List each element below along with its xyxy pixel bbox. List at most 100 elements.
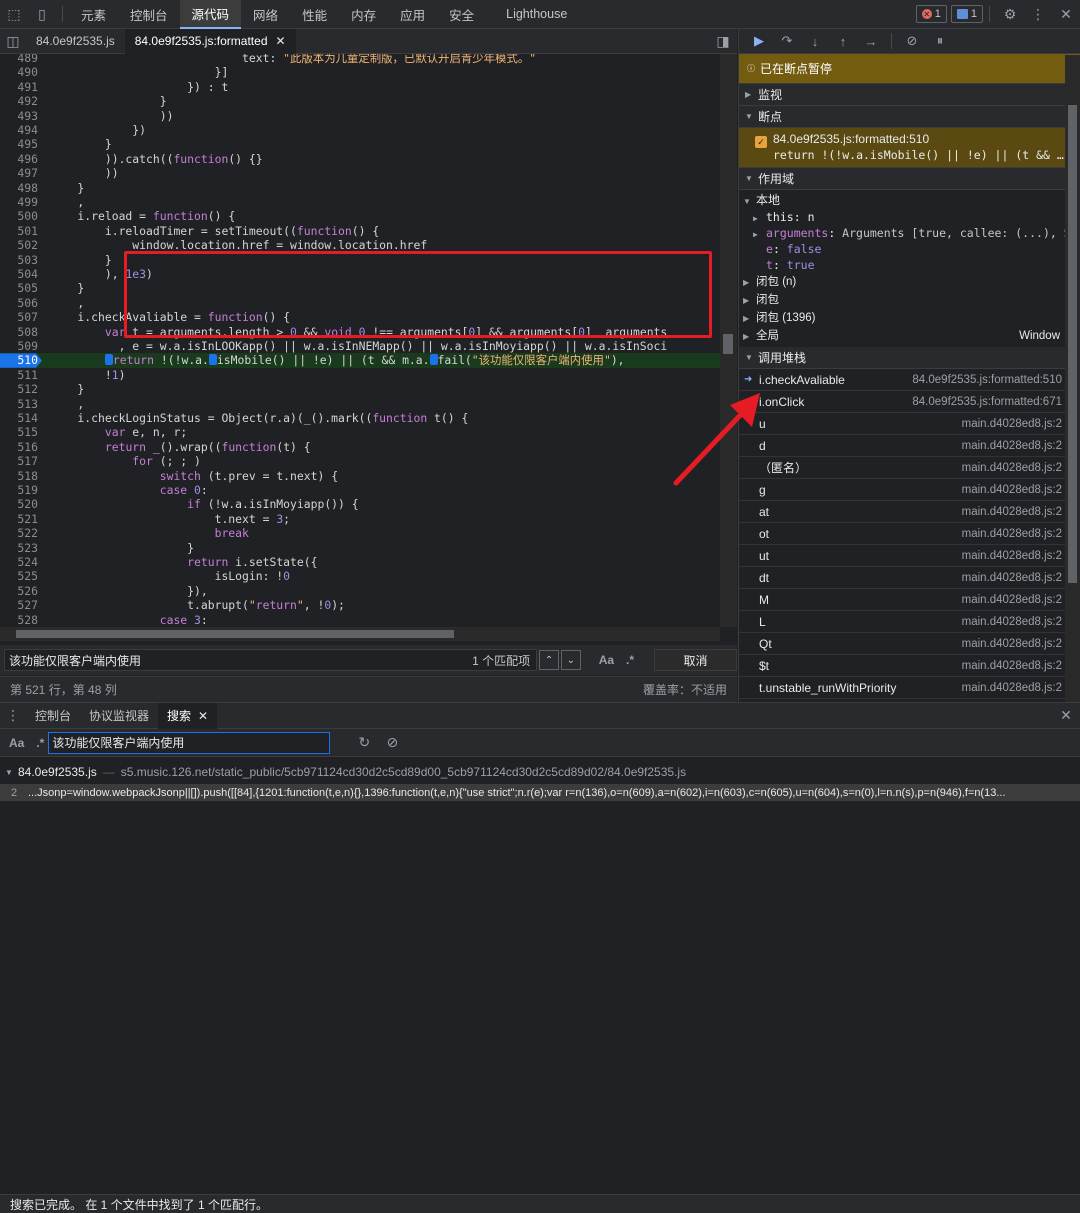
editor-horizontal-thumb[interactable] [16,630,454,638]
find-cancel-button[interactable]: 取消 [654,649,737,671]
frame-location[interactable]: main.d4028ed8.js:2 [962,660,1062,672]
breakpoint-checkbox[interactable]: ✓ [755,136,767,148]
find-input[interactable]: 该功能仅限客户端内使用 1 个匹配项 [4,649,538,671]
frame-location[interactable]: main.d4028ed8.js:2 [962,462,1062,474]
line-number[interactable]: 501 [0,224,38,238]
frame-location[interactable]: main.d4028ed8.js:2 [962,506,1062,518]
search-input[interactable]: 该功能仅限客户端内使用 [48,731,331,754]
line-number[interactable]: 504 [0,267,38,281]
code-line[interactable]: 525 isLogin: !0 [0,569,720,583]
callstack-frame[interactable]: ot main.d4028ed8.js:2 [739,523,1080,545]
line-number[interactable]: 491 [0,80,38,94]
line-number[interactable]: 511 [0,368,38,382]
callstack-frame[interactable]: at main.d4028ed8.js:2 [739,501,1080,523]
scope-global[interactable]: ▶ 全局 Window [743,327,1080,345]
scope-var-e[interactable]: e: false [743,241,1080,257]
tab-network[interactable]: 网络 [241,0,290,29]
inspect-element-icon[interactable]: ⬚ [0,0,28,29]
find-next-button[interactable]: ⌄ [560,650,581,670]
editor-vertical-scrollbar[interactable] [720,54,737,627]
line-number[interactable]: 496 [0,152,38,166]
drawer-tab-console[interactable]: 控制台 [26,703,80,729]
scope-section-header[interactable]: ▼ 作用域 [739,168,1080,190]
code-line[interactable]: 512 } [0,382,720,396]
breakpoint-item[interactable]: ✓ 84.0e9f2535.js:formatted:510 return !(!… [739,128,1080,168]
watch-section-header[interactable]: ▶ 监视 [739,84,1080,106]
line-number[interactable]: 495 [0,137,38,151]
line-number[interactable]: 493 [0,109,38,123]
scope-closure-1396[interactable]: ▶ 闭包 (1396) [743,309,1080,327]
search-regex-toggle[interactable]: .* [36,736,44,750]
drawer-tab-search[interactable]: 搜索 ✕ [158,702,218,729]
line-number[interactable]: 489 [0,54,38,65]
tab-application[interactable]: 应用 [388,0,437,29]
callstack-frame[interactable]: Lmain.d4028ed8.js:2 [739,611,1080,633]
line-number[interactable]: 518 [0,469,38,483]
frame-location[interactable]: main.d4028ed8.js:2 [962,572,1062,584]
drawer-menu-icon[interactable]: ⋮ [0,703,26,729]
editor-vertical-thumb[interactable] [723,334,733,354]
scope-closure-n[interactable]: ▶ 闭包 (n) [743,273,1080,291]
step-over-icon[interactable]: ↷ [773,29,801,53]
line-number[interactable]: 494 [0,123,38,137]
callstack-frame[interactable]: u main.d4028ed8.js:2 [739,413,1080,435]
callstack-frame[interactable]: Qt main.d4028ed8.js:2 [739,633,1080,655]
line-number[interactable]: 520 [0,497,38,511]
search-match-case-toggle[interactable]: Aa [9,736,24,750]
match-case-toggle[interactable]: Aa [599,653,614,667]
refresh-icon[interactable]: ↻ [350,730,378,756]
code-line[interactable]: 524 return i.setState({ [0,555,720,569]
frame-location[interactable]: main.d4028ed8.js:2 [962,616,1062,628]
more-menu-icon[interactable]: ⋮ [1024,0,1052,29]
line-number[interactable]: 505 [0,281,38,295]
line-number[interactable]: 507 [0,310,38,324]
line-number[interactable]: 519 [0,483,38,497]
callstack-frame[interactable]: （匿名） main.d4028ed8.js:2 [739,457,1080,479]
frame-location[interactable]: main.d4028ed8.js:2 [962,418,1062,430]
tab-memory[interactable]: 内存 [339,0,388,29]
callstack-frame[interactable]: t.unstable_runWithPriority main.d4028ed8.… [739,677,1080,699]
line-number[interactable]: 492 [0,94,38,108]
file-tab-original[interactable]: 84.0e9f2535.js [26,29,125,54]
frame-location[interactable]: main.d4028ed8.js:2 [962,594,1062,606]
line-number[interactable]: 499 [0,195,38,209]
line-number[interactable]: 510 [0,353,38,367]
code-line[interactable]: 522 break [0,526,720,540]
device-toolbar-icon[interactable]: ▯ [28,0,56,29]
line-number[interactable]: 502 [0,238,38,252]
tab-performance[interactable]: 性能 [290,0,339,29]
code-line[interactable]: 516 return _().wrap((function(t) { [0,440,720,454]
code-line[interactable]: 501 i.reloadTimer = setTimeout((function… [0,224,720,238]
settings-gear-icon[interactable]: ⚙ [996,0,1024,29]
code-line[interactable]: 517 for (; ; ) [0,454,720,468]
error-badge[interactable]: ✕ 1 [915,5,947,23]
callstack-frame[interactable]: $t main.d4028ed8.js:2 [739,655,1080,677]
callstack-section-header[interactable]: ▼ 调用堆栈 [739,347,1080,369]
frame-location[interactable]: main.d4028ed8.js:2 [962,638,1062,650]
navigator-toggle-icon[interactable]: ◫ [0,29,26,54]
scope-closure[interactable]: ▶ 闭包 [743,291,1080,309]
pause-on-exceptions-icon[interactable]: ⏸ [926,29,954,53]
tab-lighthouse[interactable]: Lighthouse [494,0,579,29]
callstack-frame[interactable]: d main.d4028ed8.js:2 [739,435,1080,457]
scope-var-this[interactable]: ▶ this: n [743,209,1080,225]
line-number[interactable]: 508 [0,325,38,339]
frame-location[interactable]: main.d4028ed8.js:2 [962,484,1062,496]
callstack-frame[interactable]: ut main.d4028ed8.js:2 [739,545,1080,567]
code-line[interactable]: 526 }), [0,584,720,598]
code-line[interactable]: 528 case 3: [0,613,720,627]
close-tab-icon[interactable]: ✕ [276,34,286,48]
code-line[interactable]: 511 !1) [0,368,720,382]
frame-location[interactable]: main.d4028ed8.js:2 [962,550,1062,562]
line-number[interactable]: 523 [0,541,38,555]
callstack-frame[interactable]: Mmain.d4028ed8.js:2 [739,589,1080,611]
code-line[interactable]: 500 i.reload = function() { [0,209,720,223]
line-number[interactable]: 506 [0,296,38,310]
frame-location[interactable]: 84.0e9f2535.js:formatted:510 [912,374,1062,386]
scope-var-t[interactable]: t: true [743,257,1080,273]
step-out-icon[interactable]: ↑ [829,29,857,53]
debugger-scrollbar[interactable] [1065,55,1080,702]
line-number[interactable]: 516 [0,440,38,454]
step-into-icon[interactable]: ↓ [801,29,829,53]
line-number[interactable]: 509 [0,339,38,353]
